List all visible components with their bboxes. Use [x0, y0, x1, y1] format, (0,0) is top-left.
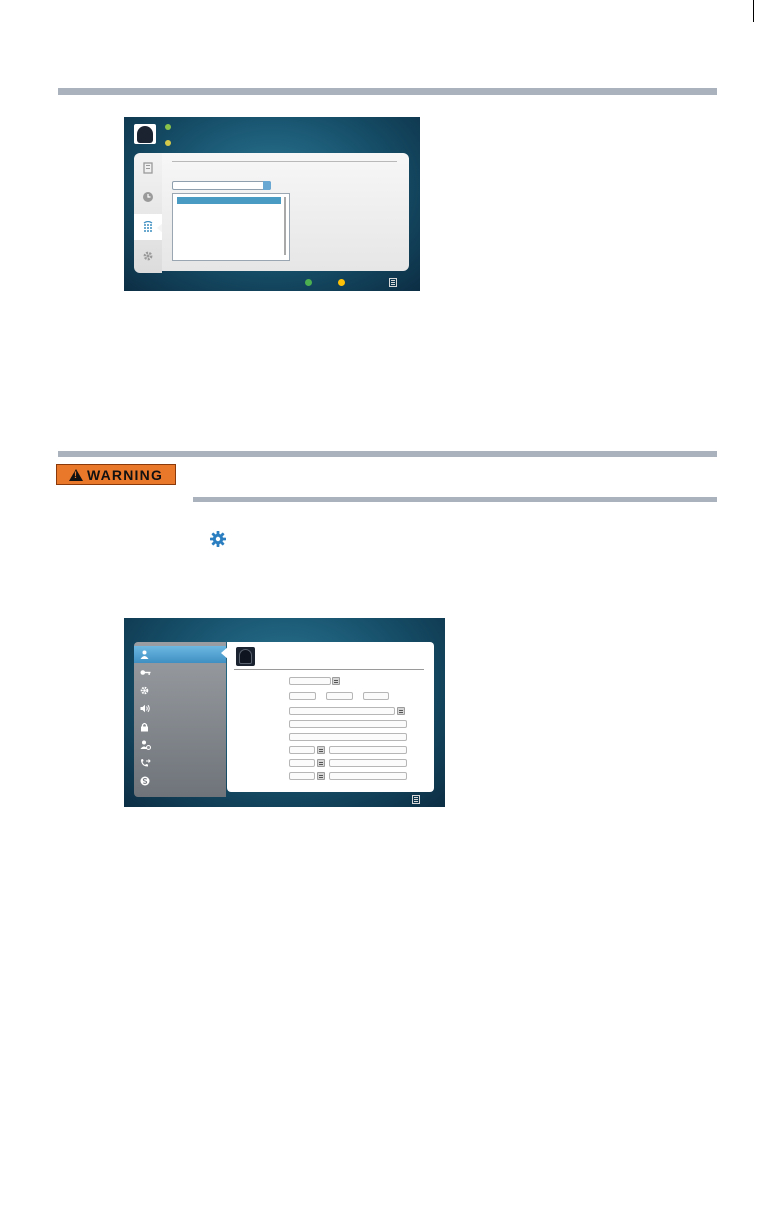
- menu-item-general[interactable]: [134, 682, 226, 699]
- user-avatar: [134, 124, 156, 144]
- menu-icon: [389, 278, 397, 287]
- gender-select-button[interactable]: [332, 677, 340, 685]
- warning-label: WARNING: [86, 466, 164, 483]
- menu-item-privacy[interactable]: [134, 736, 226, 753]
- state-field[interactable]: [289, 733, 407, 741]
- settings-menu: [134, 642, 226, 797]
- sidebar: [134, 153, 162, 273]
- key-icon: [140, 670, 151, 675]
- country-select[interactable]: [289, 707, 395, 715]
- dialpad-panel: [162, 153, 409, 271]
- phone-type-select-3[interactable]: [289, 772, 315, 780]
- phone-type-button-3[interactable]: [317, 772, 325, 780]
- list-item-selected[interactable]: [177, 197, 281, 204]
- city-field[interactable]: [289, 720, 407, 728]
- warning-triangle-icon: [68, 468, 83, 481]
- gender-select[interactable]: [289, 677, 331, 685]
- menu-item-calls[interactable]: [134, 754, 226, 771]
- credit-status-icon: [165, 140, 171, 146]
- yellow-button-icon: [338, 279, 345, 286]
- warning-rule: [193, 497, 717, 502]
- section-rule: [58, 451, 717, 457]
- country-select-button[interactable]: [397, 707, 405, 715]
- header-rule: [58, 88, 717, 95]
- phone-number-field-2[interactable]: [329, 759, 407, 767]
- phone-type-button-2[interactable]: [317, 759, 325, 767]
- menu-item-audio[interactable]: [134, 700, 226, 717]
- menu-icon: [412, 795, 420, 804]
- country-list[interactable]: [172, 193, 290, 261]
- settings-icon[interactable]: [134, 243, 162, 269]
- list-scrollbar[interactable]: [284, 197, 286, 255]
- menu-item-skype[interactable]: [134, 772, 226, 789]
- audio-icon: [140, 704, 150, 713]
- privacy-icon: [140, 740, 151, 750]
- phone-type-button-1[interactable]: [317, 746, 325, 754]
- online-status-icon: [165, 124, 171, 130]
- menu-item-profile[interactable]: [134, 646, 226, 663]
- contacts-icon[interactable]: [134, 155, 162, 181]
- lock-icon: [141, 722, 148, 731]
- phone-type-select-2[interactable]: [289, 759, 315, 767]
- birth-day-field[interactable]: [289, 692, 316, 700]
- page-edge-mark: [753, 0, 754, 22]
- phone-number-field-3[interactable]: [329, 772, 407, 780]
- menu-item-security[interactable]: [134, 718, 226, 735]
- phone-number-field-1[interactable]: [329, 746, 407, 754]
- profile-form: [227, 642, 434, 792]
- call-screen-screenshot: [124, 117, 420, 291]
- menu-item-account[interactable]: [134, 664, 226, 681]
- profile-avatar: [236, 647, 255, 666]
- history-icon[interactable]: [134, 184, 162, 210]
- call-forward-icon: [141, 758, 151, 766]
- panel-divider: [172, 161, 397, 162]
- birth-year-field[interactable]: [363, 692, 389, 700]
- form-divider: [234, 669, 424, 670]
- profile-settings-screenshot: [124, 618, 445, 807]
- phone-type-select-1[interactable]: [289, 746, 315, 754]
- settings-gear-icon: [209, 530, 227, 553]
- birth-month-field[interactable]: [326, 692, 353, 700]
- chevron-down-icon[interactable]: [263, 181, 271, 190]
- country-dropdown[interactable]: [172, 181, 271, 190]
- profile-icon: [140, 650, 149, 659]
- skype-icon: [140, 776, 150, 785]
- warning-badge: WARNING: [56, 464, 176, 485]
- settings-icon: [140, 686, 149, 695]
- green-button-icon: [305, 279, 312, 286]
